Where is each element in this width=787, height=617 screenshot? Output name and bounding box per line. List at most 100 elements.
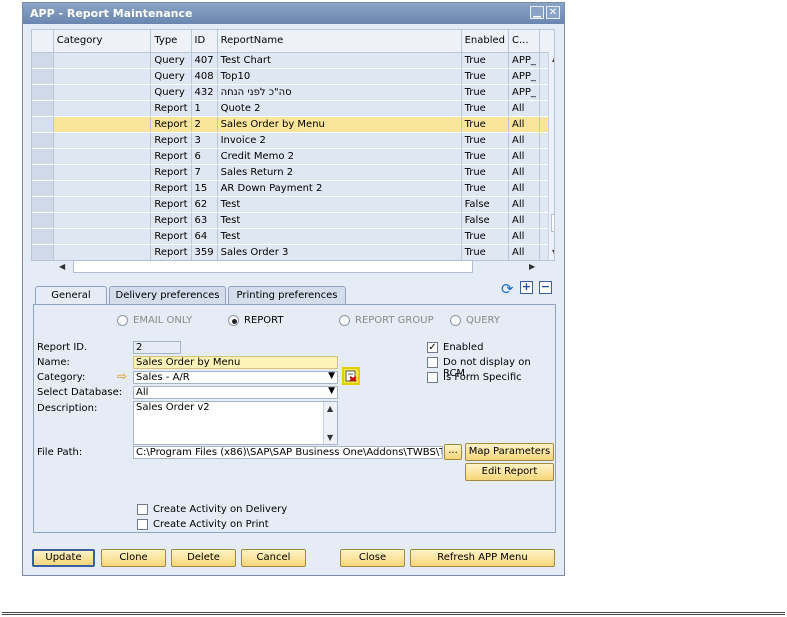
row-header[interactable] (32, 148, 54, 165)
row-header[interactable] (32, 84, 54, 101)
table-cell (53, 84, 152, 101)
delivery-activity-label: Create Activity on Delivery (153, 504, 288, 515)
table-cell: 63 (191, 212, 218, 229)
row-header[interactable] (32, 228, 54, 245)
row-header[interactable] (32, 180, 54, 197)
refresh-app-menu-button[interactable]: Refresh APP Menu (410, 549, 555, 567)
delivery-activity-checkbox[interactable] (137, 504, 148, 515)
category-edit-icon[interactable] (342, 367, 360, 385)
table-row[interactable]: Query 407 Test Chart True APP_ (32, 52, 554, 69)
description-textarea[interactable]: Sales Order v2 ▲ ▼ (133, 401, 338, 445)
table-row[interactable]: Report 2 Sales Order by Menu True All (32, 116, 554, 133)
clone-button[interactable]: Clone (101, 549, 166, 567)
table-row[interactable]: Report 6 Credit Memo 2 True All (32, 148, 554, 165)
table-row[interactable]: Report 15 AR Down Payment 2 True All (32, 180, 554, 197)
table-row[interactable]: Query 408 Top10 True APP_ (32, 68, 554, 85)
radio-report-group-label: REPORT GROUP (355, 315, 434, 326)
table-row[interactable]: Report 62 Test False All (32, 196, 554, 213)
row-header[interactable] (32, 116, 54, 133)
table-cell: Credit Memo 2 (217, 148, 462, 165)
row-header[interactable] (32, 132, 54, 149)
table-cell: APP_ (508, 52, 540, 69)
table-cell: Query (150, 84, 192, 101)
link-arrow-icon[interactable]: ⇨ (117, 369, 127, 383)
no-rcm-checkbox[interactable] (427, 357, 438, 368)
file-path-field[interactable]: C:\Program Files (x86)\SAP\SAP Business … (133, 446, 443, 459)
row-header[interactable] (32, 100, 54, 117)
tab-printing-preferences[interactable]: Printing preferences (228, 286, 346, 305)
column-header[interactable]: C... (508, 30, 540, 53)
table-row[interactable]: Report 359 Sales Order 3 True All (32, 244, 554, 260)
scroll-down-icon[interactable]: ▼ (552, 248, 554, 257)
table-row[interactable]: Query 432 סה"כ לפני הנחה True APP_ (32, 84, 554, 101)
table-cell (53, 68, 152, 85)
row-header[interactable] (32, 196, 54, 213)
row-header[interactable] (32, 52, 54, 69)
column-header[interactable]: Category (53, 30, 152, 53)
scroll-left-icon[interactable]: ◀ (59, 262, 65, 271)
table-cell: AR Down Payment 2 (217, 180, 462, 197)
vertical-scrollbar[interactable]: ▲ ▼ (548, 52, 554, 260)
column-header[interactable]: ReportName (217, 30, 462, 53)
delete-button[interactable]: Delete (171, 549, 236, 567)
table-cell: APP_ (508, 84, 540, 101)
map-parameters-button[interactable]: Map Parameters (465, 443, 554, 461)
category-select[interactable]: Sales - A/R ▼ (133, 371, 338, 384)
table-cell (53, 132, 152, 149)
row-header[interactable] (32, 212, 54, 229)
row-header[interactable] (32, 244, 54, 260)
minimize-button[interactable]: ▁ (530, 6, 544, 19)
radio-report-group[interactable] (339, 315, 350, 326)
form-specific-checkbox[interactable] (427, 372, 438, 383)
table-cell: Report (150, 196, 192, 213)
column-header[interactable]: ID (191, 30, 218, 53)
close-button[interactable]: Close (340, 549, 405, 567)
tab-delivery-preferences[interactable]: Delivery preferences (109, 286, 226, 305)
scroll-down-icon[interactable]: ▼ (327, 432, 333, 443)
refresh-icon[interactable]: ⟳ (501, 280, 514, 298)
radio-report[interactable] (228, 315, 239, 326)
scroll-right-icon[interactable]: ▶ (529, 262, 535, 271)
table-cell: Query (150, 52, 192, 69)
scroll-up-icon[interactable]: ▲ (552, 54, 554, 63)
row-header[interactable] (32, 164, 54, 181)
chevron-down-icon: ▼ (328, 386, 335, 396)
name-field[interactable]: Sales Order by Menu (133, 356, 338, 369)
table-row[interactable]: Report 64 Test True All (32, 228, 554, 245)
add-row-button[interactable]: + (520, 281, 533, 294)
table-cell: 432 (191, 84, 218, 101)
table-cell: True (461, 132, 510, 149)
column-header[interactable]: Type (150, 30, 192, 53)
browse-button[interactable]: ... (444, 444, 462, 460)
database-select[interactable]: All ▼ (133, 386, 338, 399)
update-button[interactable]: Update (32, 549, 95, 567)
horizontal-scroll-thumb[interactable] (73, 260, 473, 273)
table-cell: 3 (191, 132, 218, 149)
table-row[interactable]: Report 7 Sales Return 2 True All (32, 164, 554, 181)
scroll-thumb[interactable] (551, 214, 554, 232)
radio-query[interactable] (450, 315, 461, 326)
radio-email-only[interactable] (117, 315, 128, 326)
table-cell: All (508, 132, 540, 149)
description-scrollbar[interactable]: ▲ ▼ (323, 402, 337, 444)
row-header[interactable] (32, 68, 54, 85)
remove-row-button[interactable]: − (539, 281, 552, 294)
cancel-button[interactable]: Cancel (241, 549, 306, 567)
enabled-checkbox[interactable]: ✓ (427, 342, 438, 353)
table-cell: Test (217, 196, 462, 213)
table-row[interactable]: Report 1 Quote 2 True All (32, 100, 554, 117)
scroll-up-icon[interactable]: ▲ (327, 403, 333, 414)
edit-report-button[interactable]: Edit Report (465, 463, 554, 481)
tab-general[interactable]: General (35, 286, 107, 306)
divider (2, 612, 785, 615)
table-cell: 407 (191, 52, 218, 69)
table-row[interactable]: Report 3 Invoice 2 True All (32, 132, 554, 149)
close-window-button[interactable]: ✕ (546, 6, 560, 19)
table-cell: Test (217, 228, 462, 245)
table-body: Query 407 Test Chart True APP_ Query 408 Top10 T… (32, 52, 554, 260)
table-row[interactable]: Report 63 Test False All (32, 212, 554, 229)
title-bar[interactable]: APP - Report Maintenance ▁ ✕ (23, 3, 564, 24)
print-activity-checkbox[interactable] (137, 519, 148, 530)
column-header[interactable]: Enabled (461, 30, 510, 53)
table-cell: True (461, 84, 510, 101)
